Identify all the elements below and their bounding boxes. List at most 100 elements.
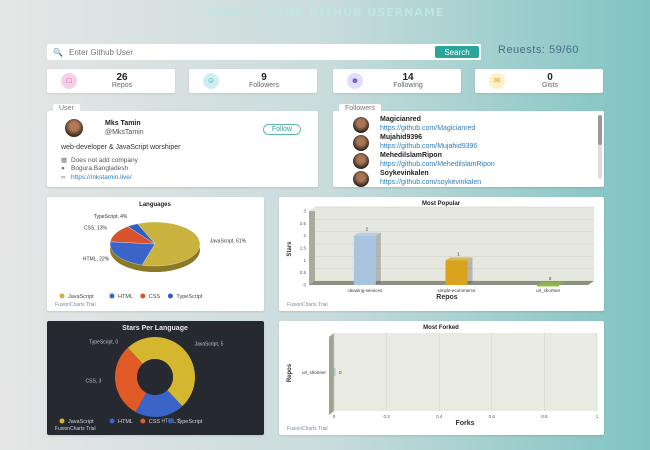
- follower-link[interactable]: https://github.com/Magicianred: [380, 125, 475, 132]
- legend-label: CSS: [149, 419, 161, 425]
- follower-link[interactable]: https://github.com/MehedilslamRipon: [380, 161, 495, 168]
- languages-chart-panel: Languages JavaScript, 61% HTML, 22% CSS, 13…: [47, 197, 264, 311]
- user-tab: User: [53, 104, 80, 112]
- y-tick-label: 1.5: [300, 246, 307, 251]
- plot-left-wall: [309, 211, 315, 285]
- y-tick-label: 1: [303, 258, 306, 263]
- pie-data-label: CSS, 13%: [84, 225, 108, 231]
- pie-data-label: HTML, 22%: [83, 257, 110, 263]
- x-tick-label: simple-ecommerce: [437, 288, 476, 293]
- search-bar: 🔍 Search: [47, 44, 481, 60]
- stat-label: Followers: [249, 82, 279, 89]
- chart-title: Stars Per Language: [122, 325, 188, 332]
- user-bio: web-developer & JavaScript worshiper: [61, 144, 181, 151]
- x-tick-label: 0.2: [383, 414, 390, 419]
- follower-avatar: [353, 135, 369, 151]
- stat-label: Gists: [542, 82, 558, 89]
- follower-name: MehedilslamRipon: [380, 152, 442, 159]
- follower-name: Mujahid9396: [380, 134, 423, 141]
- search-icon: 🔍: [53, 47, 63, 57]
- fusioncharts-trial-label: FusionCharts Trial: [287, 426, 328, 432]
- plot-background: [334, 333, 597, 411]
- most-popular-chart-panel: Most Popular 0 0.5 1 1.5 2 2.5 3 2 cleaning-servi…: [279, 197, 604, 311]
- legend-marker: [109, 418, 115, 424]
- legend-marker: [109, 293, 115, 299]
- followers-icon: ☺: [203, 73, 219, 89]
- search-input[interactable]: [69, 47, 435, 57]
- building-icon: ▦: [61, 157, 68, 164]
- bar: [445, 260, 468, 285]
- doughnut-data-label: TypeScript, 0: [89, 339, 118, 345]
- page-title: SEARCH YOUR GITHUB USERNAME: [205, 6, 445, 19]
- legend-label: TypeScript: [176, 419, 202, 425]
- legend-marker: [59, 418, 65, 424]
- stat-label: Following: [393, 82, 423, 89]
- x-tick-label: 0.4: [436, 414, 443, 419]
- stars-per-language-doughnut-chart: Stars Per LanguageJavaScript, 5HTML, 2CS…: [59, 325, 224, 425]
- location-icon: ●: [61, 165, 65, 172]
- doughnut-hole: [137, 359, 173, 395]
- legend-label: JavaScript: [68, 419, 94, 425]
- x-tick-label: 1: [596, 414, 599, 419]
- fusioncharts-trial-label: FusionCharts Trial: [55, 302, 96, 308]
- x-tick-label: url_shortner: [536, 288, 561, 293]
- y-tick-label: 0: [303, 283, 306, 288]
- fusioncharts-trial-label: FusionCharts Trial: [55, 426, 96, 432]
- follower-avatar: [353, 117, 369, 133]
- follower-link[interactable]: https://github.com/Mujahid9396: [380, 143, 477, 150]
- legend-label: CSS: [149, 294, 161, 300]
- legend-marker: [167, 418, 173, 424]
- legend-marker: [140, 293, 146, 299]
- chart-title: Most Popular: [422, 201, 461, 207]
- y-tick-label: 3: [303, 209, 306, 214]
- doughnut-data-label: CSS, 3: [86, 379, 102, 385]
- user-handle: @MksTamin: [105, 129, 144, 136]
- company-text: Does not add company: [71, 157, 138, 164]
- fusioncharts-trial-label: FusionCharts Trial: [287, 302, 328, 308]
- follower-avatar: [353, 153, 369, 169]
- blog-link[interactable]: https://mkstamin.live/: [71, 174, 132, 181]
- bar: [334, 368, 336, 376]
- x-axis-title: Repos: [436, 294, 458, 301]
- gists-icon: ✉: [489, 73, 505, 89]
- bar: [353, 235, 376, 285]
- pie-data-label: JavaScript, 61%: [210, 238, 247, 244]
- follower-name: Soykevinkalen: [380, 170, 429, 177]
- stars-per-language-chart-panel: Stars Per LanguageJavaScript, 5HTML, 2CS…: [47, 321, 264, 435]
- x-axis-title: Forks: [455, 420, 474, 427]
- location-text: Bogura,Bangladesh: [71, 165, 129, 172]
- search-button[interactable]: Search: [435, 46, 479, 58]
- doughnut-data-label: JavaScript, 5: [195, 342, 224, 348]
- y-tick-label: 2.5: [300, 221, 307, 226]
- chart-title: Most Forked: [423, 325, 459, 331]
- legend-marker: [140, 418, 146, 424]
- legend-label: HTML: [118, 419, 133, 425]
- y-tick-label: url_shortner: [302, 370, 327, 375]
- followers-tab: Followers: [339, 104, 381, 112]
- legend-label: TypeScript: [176, 294, 202, 300]
- follower-link[interactable]: https://github.com/soykevinkalen: [380, 179, 481, 186]
- most-forked-chart-panel: Most Forked 0 0.2 0.4 0.6 0.8 1 0 url_shortner Fo…: [279, 321, 604, 435]
- languages-pie-chart: Languages JavaScript, 61% HTML, 22% CSS, 13…: [59, 202, 247, 300]
- followers-scrollbar-thumb[interactable]: [598, 115, 602, 145]
- link-icon: ∞: [61, 174, 66, 181]
- user-name: Mks Tamin: [105, 120, 141, 127]
- repo-icon: □: [61, 73, 77, 89]
- bar-side: [375, 232, 381, 285]
- stat-label: Repos: [111, 82, 133, 89]
- following-icon: ☻: [347, 73, 363, 89]
- x-tick-label: 0.8: [541, 414, 548, 419]
- y-tick-label: 2: [303, 233, 306, 238]
- x-tick-label: cleaning-services: [347, 288, 383, 293]
- most-popular-bar-chart: Most Popular00.511.522.532cleaning-servi…: [287, 201, 594, 301]
- plot-left-wall: [329, 333, 334, 415]
- legend-marker: [167, 293, 173, 299]
- x-tick-label: 0: [333, 414, 336, 419]
- user-blog[interactable]: ∞ https://mkstamin.live/: [61, 174, 132, 181]
- requests-counter: Reuests: 59/60: [498, 44, 579, 56]
- y-axis-title: Stars: [287, 241, 293, 257]
- legend-label: JavaScript: [68, 294, 94, 300]
- bar: [537, 285, 560, 287]
- stat-card-gists: ✉ 0 Gists: [475, 69, 603, 93]
- follow-button[interactable]: Follow: [263, 124, 301, 135]
